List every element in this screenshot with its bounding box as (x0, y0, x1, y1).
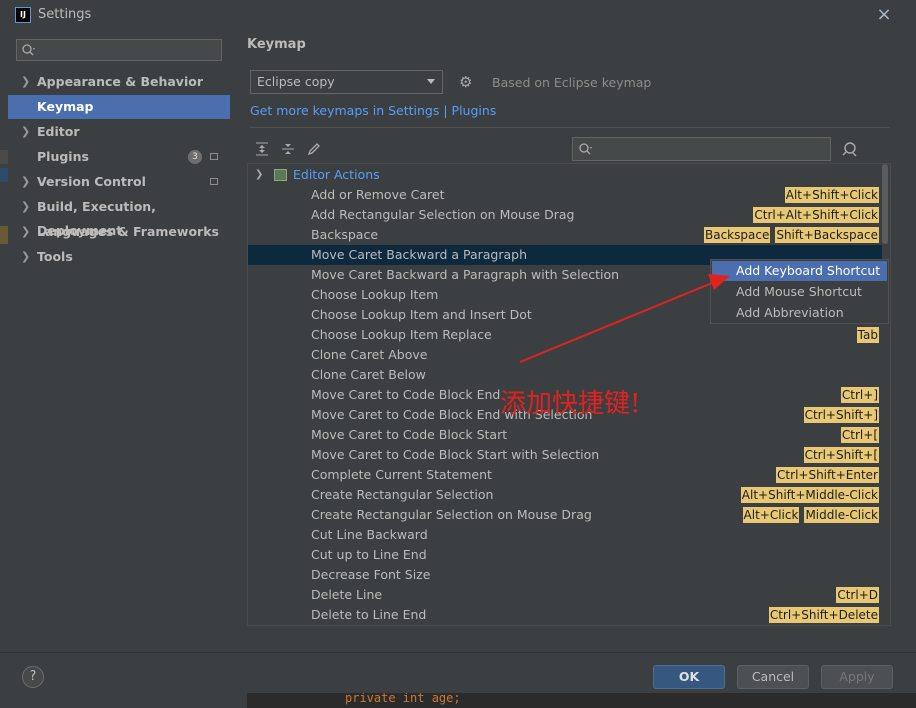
divider (0, 652, 916, 653)
annotation-text: 添加快捷键! (500, 389, 641, 419)
annotation-arrow (519, 274, 730, 363)
ok-button[interactable]: OK (653, 665, 725, 689)
cancel-button[interactable]: Cancel (737, 665, 809, 689)
background-editor: private int age; (247, 693, 916, 708)
help-button[interactable]: ? (22, 666, 44, 688)
apply-button[interactable]: Apply (821, 665, 893, 689)
